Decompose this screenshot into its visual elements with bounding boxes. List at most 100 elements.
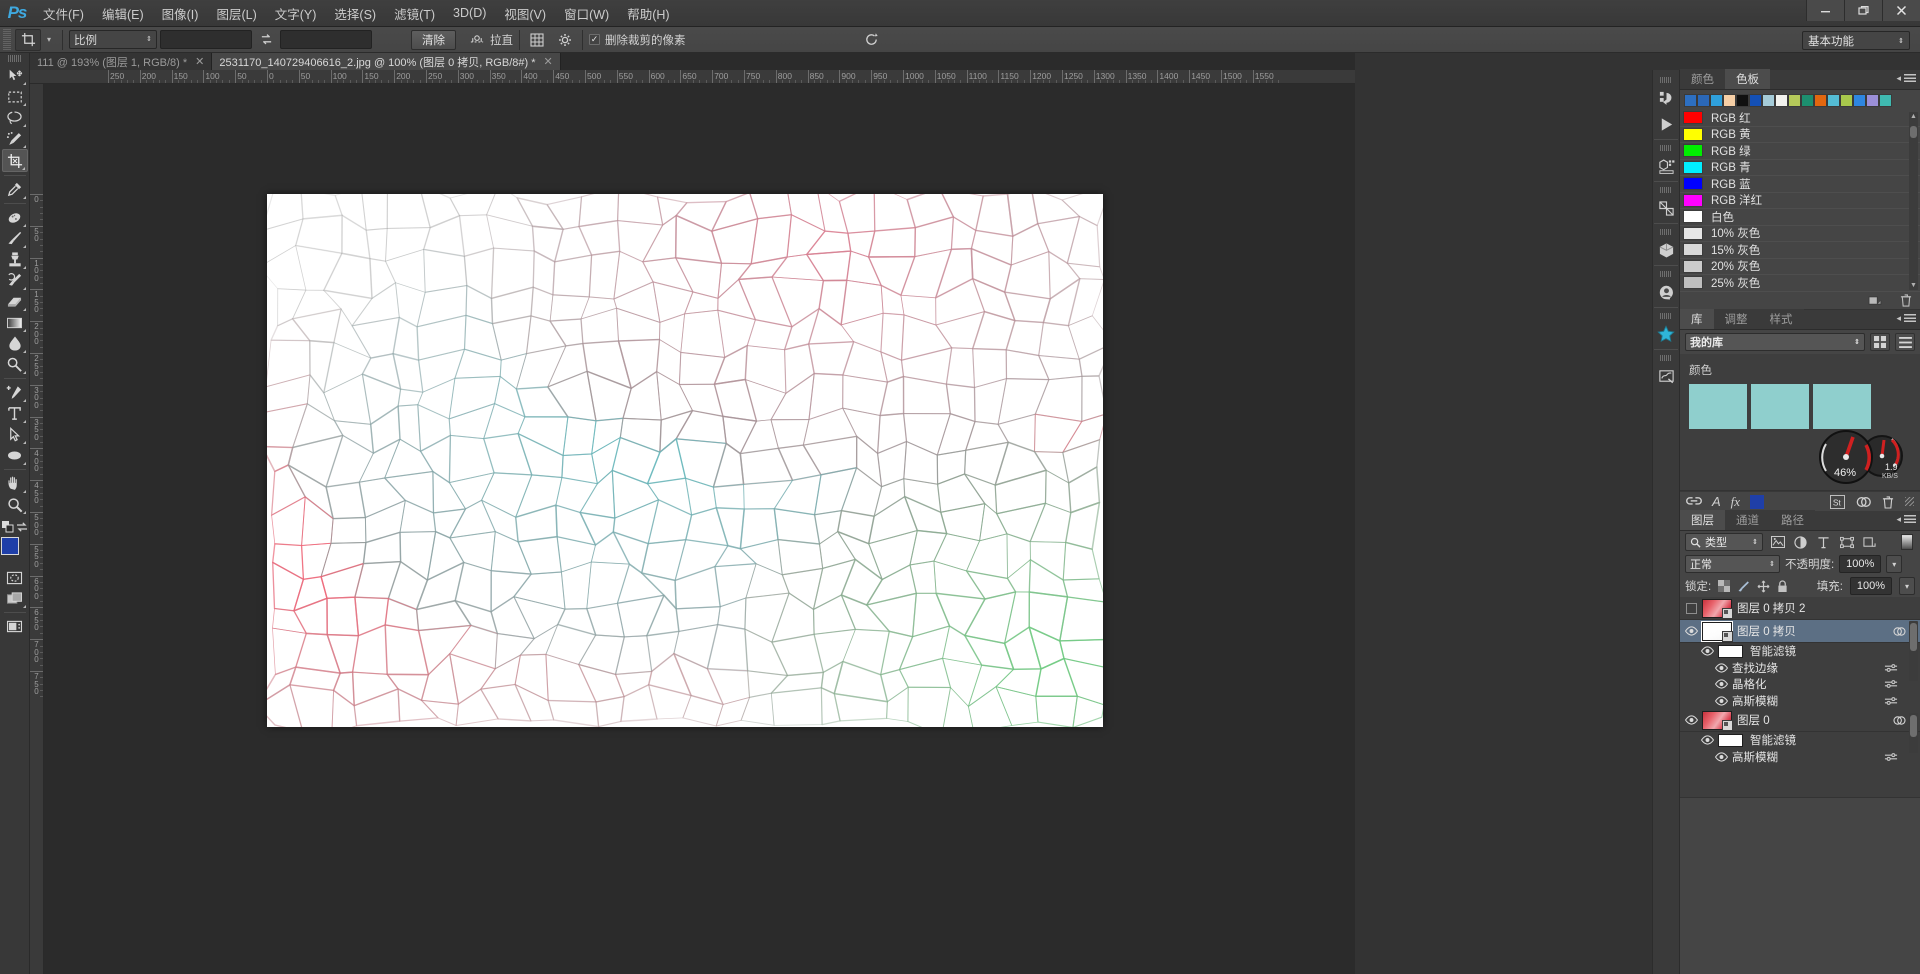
filter-visibility-toggle[interactable] [1696, 735, 1718, 745]
quick-swatch[interactable] [1866, 94, 1879, 107]
straighten-label[interactable]: 拉直 [490, 32, 513, 48]
quick-swatch[interactable] [1684, 94, 1697, 107]
lasso-tool[interactable] [2, 107, 28, 128]
default-colors-icon[interactable] [1, 521, 14, 533]
smartobject-filter-icon[interactable] [1861, 533, 1878, 551]
crop-preset-dropdown[interactable]: ▾ [42, 29, 56, 51]
foreground-color-swatch[interactable] [0, 537, 19, 555]
crop-ratio-select[interactable]: 比例 ⇕ [69, 30, 157, 49]
straighten-icon[interactable] [466, 30, 488, 50]
library-color-swatch[interactable] [1751, 384, 1809, 429]
crop-tool[interactable] [1, 149, 28, 172]
eraser-tool[interactable] [2, 291, 28, 312]
link-layers-icon[interactable] [1686, 495, 1702, 509]
swatch-row[interactable]: 25% 灰色 [1680, 275, 1920, 292]
library-color-assets[interactable] [1689, 384, 1911, 429]
quick-swatch[interactable] [1827, 94, 1840, 107]
smart-filter-row[interactable]: 高斯模糊 [1680, 748, 1920, 765]
swatch-row[interactable]: RGB 青 [1680, 160, 1920, 176]
swatch-chip[interactable] [1683, 144, 1703, 158]
crop-width-input[interactable] [160, 30, 252, 49]
move-tool[interactable] [2, 65, 28, 86]
swap-arrows-icon[interactable] [255, 30, 277, 50]
lock-image-icon[interactable] [1737, 580, 1750, 593]
library-color-swatch[interactable] [1813, 384, 1871, 429]
3d-scene-icon[interactable] [1654, 195, 1678, 221]
filter-visibility-toggle[interactable] [1710, 696, 1732, 706]
adjustment-filter-icon[interactable] [1792, 533, 1809, 551]
list-view-icon[interactable] [1895, 333, 1915, 351]
spot-healing-brush-tool[interactable] [2, 207, 28, 228]
lock-all-icon[interactable] [1777, 579, 1788, 593]
swatch-row[interactable]: RGB 黄 [1680, 127, 1920, 143]
filter-visibility-toggle[interactable] [1710, 679, 1732, 689]
workspace-select[interactable]: 基本功能 ⇕ [1802, 31, 1910, 50]
layer-list[interactable]: 图层 0 拷贝 2 图层 0 拷贝 智能滤镜 查找边缘 晶格化 高斯模糊 图层 0 智能滤镜高… [1680, 597, 1920, 797]
swap-colors-icon[interactable] [16, 521, 28, 533]
new-swatch-icon[interactable] [1868, 295, 1882, 307]
swatch-row[interactable]: RGB 绿 [1680, 143, 1920, 160]
filter-visibility-toggle[interactable] [1710, 752, 1732, 762]
blend-mode-select[interactable]: 正常 ⇕ [1685, 555, 1780, 573]
swatches-panel-menu[interactable]: ◂ [1896, 73, 1916, 84]
quick-swatch[interactable] [1840, 94, 1853, 107]
gradient-tool[interactable] [2, 312, 28, 333]
layer-list-scrollbar[interactable] [1909, 713, 1918, 753]
clone-stamp-tool[interactable] [2, 249, 28, 270]
document-artboard[interactable] [267, 194, 1103, 727]
smart-filter-row[interactable]: 查找边缘 [1680, 659, 1920, 676]
layer-visibility-toggle[interactable] [1680, 715, 1702, 725]
tab-swatches[interactable]: 色板 [1725, 69, 1770, 89]
filter-visibility-toggle[interactable] [1696, 646, 1718, 656]
close-tab-icon[interactable]: ✕ [195, 55, 204, 68]
tab-layers[interactable]: 图层 [1680, 510, 1725, 530]
layers-panel-menu[interactable]: ◂ [1896, 514, 1916, 525]
document-tab[interactable]: 111 @ 193% (图层 1, RGB/8) * ✕ [30, 53, 213, 70]
user-profile-icon[interactable] [1654, 279, 1678, 305]
tab-libraries[interactable]: 库 [1680, 309, 1714, 329]
menu-view[interactable]: 视图(V) [495, 0, 555, 27]
menu-select[interactable]: 选择(S) [325, 0, 385, 27]
eyedropper-tool[interactable] [2, 179, 28, 200]
type-filter-icon[interactable] [1815, 533, 1832, 551]
dock-grip[interactable] [1660, 77, 1672, 83]
shape-filter-icon[interactable] [1838, 533, 1855, 551]
fill-input[interactable]: 100% [1850, 577, 1892, 595]
fx-icon[interactable]: A [1712, 494, 1721, 509]
menu-type[interactable]: 文字(Y) [266, 0, 326, 27]
swatch-chip[interactable] [1683, 210, 1703, 224]
filter-toggle-icon[interactable] [1898, 533, 1915, 551]
notes-icon[interactable] [1654, 363, 1678, 389]
tab-channels[interactable]: 通道 [1725, 510, 1770, 530]
quick-swatch[interactable] [1697, 94, 1710, 107]
history-icon[interactable] [1654, 85, 1678, 111]
panel-resize-grip[interactable] [1905, 497, 1914, 506]
swatch-row[interactable]: 20% 灰色 [1680, 259, 1920, 275]
adjustment-layer-swatch[interactable] [1750, 494, 1765, 509]
tab-styles[interactable]: 样式 [1758, 309, 1804, 329]
layer-thumbnail[interactable] [1701, 620, 1733, 642]
quick-swatch-strip[interactable] [1680, 90, 1920, 110]
quick-swatch[interactable] [1736, 94, 1749, 107]
layer-visibility-toggle[interactable] [1680, 626, 1702, 636]
crop-height-input[interactable] [280, 30, 372, 49]
gear-icon[interactable] [554, 30, 576, 50]
swatch-row[interactable]: RGB 蓝 [1680, 176, 1920, 193]
menu-image[interactable]: 图像(I) [153, 0, 208, 27]
layer-list-scrollbar[interactable] [1909, 621, 1918, 681]
menu-filter[interactable]: 滤镜(T) [385, 0, 444, 27]
lock-position-icon[interactable] [1757, 580, 1770, 593]
delete-cropped-pixels-checkbox[interactable]: ✓ [589, 34, 600, 45]
quick-swatch[interactable] [1814, 94, 1827, 107]
layer-row[interactable]: 图层 0 拷贝 2 [1680, 597, 1920, 620]
clear-button[interactable]: 清除 [411, 29, 456, 50]
ellipse-shape-tool[interactable] [2, 445, 28, 466]
blur-tool[interactable] [2, 333, 28, 354]
layer-row[interactable]: 图层 0 [1680, 709, 1920, 732]
type-tool[interactable] [2, 403, 28, 424]
swatch-row[interactable]: RGB 洋红 [1680, 193, 1920, 209]
swatch-chip[interactable] [1683, 160, 1703, 174]
swatch-row[interactable]: 10% 灰色 [1680, 226, 1920, 242]
menu-edit[interactable]: 编辑(E) [93, 0, 153, 27]
layer-filter-kind-select[interactable]: 类型 ⇕ [1685, 533, 1763, 551]
